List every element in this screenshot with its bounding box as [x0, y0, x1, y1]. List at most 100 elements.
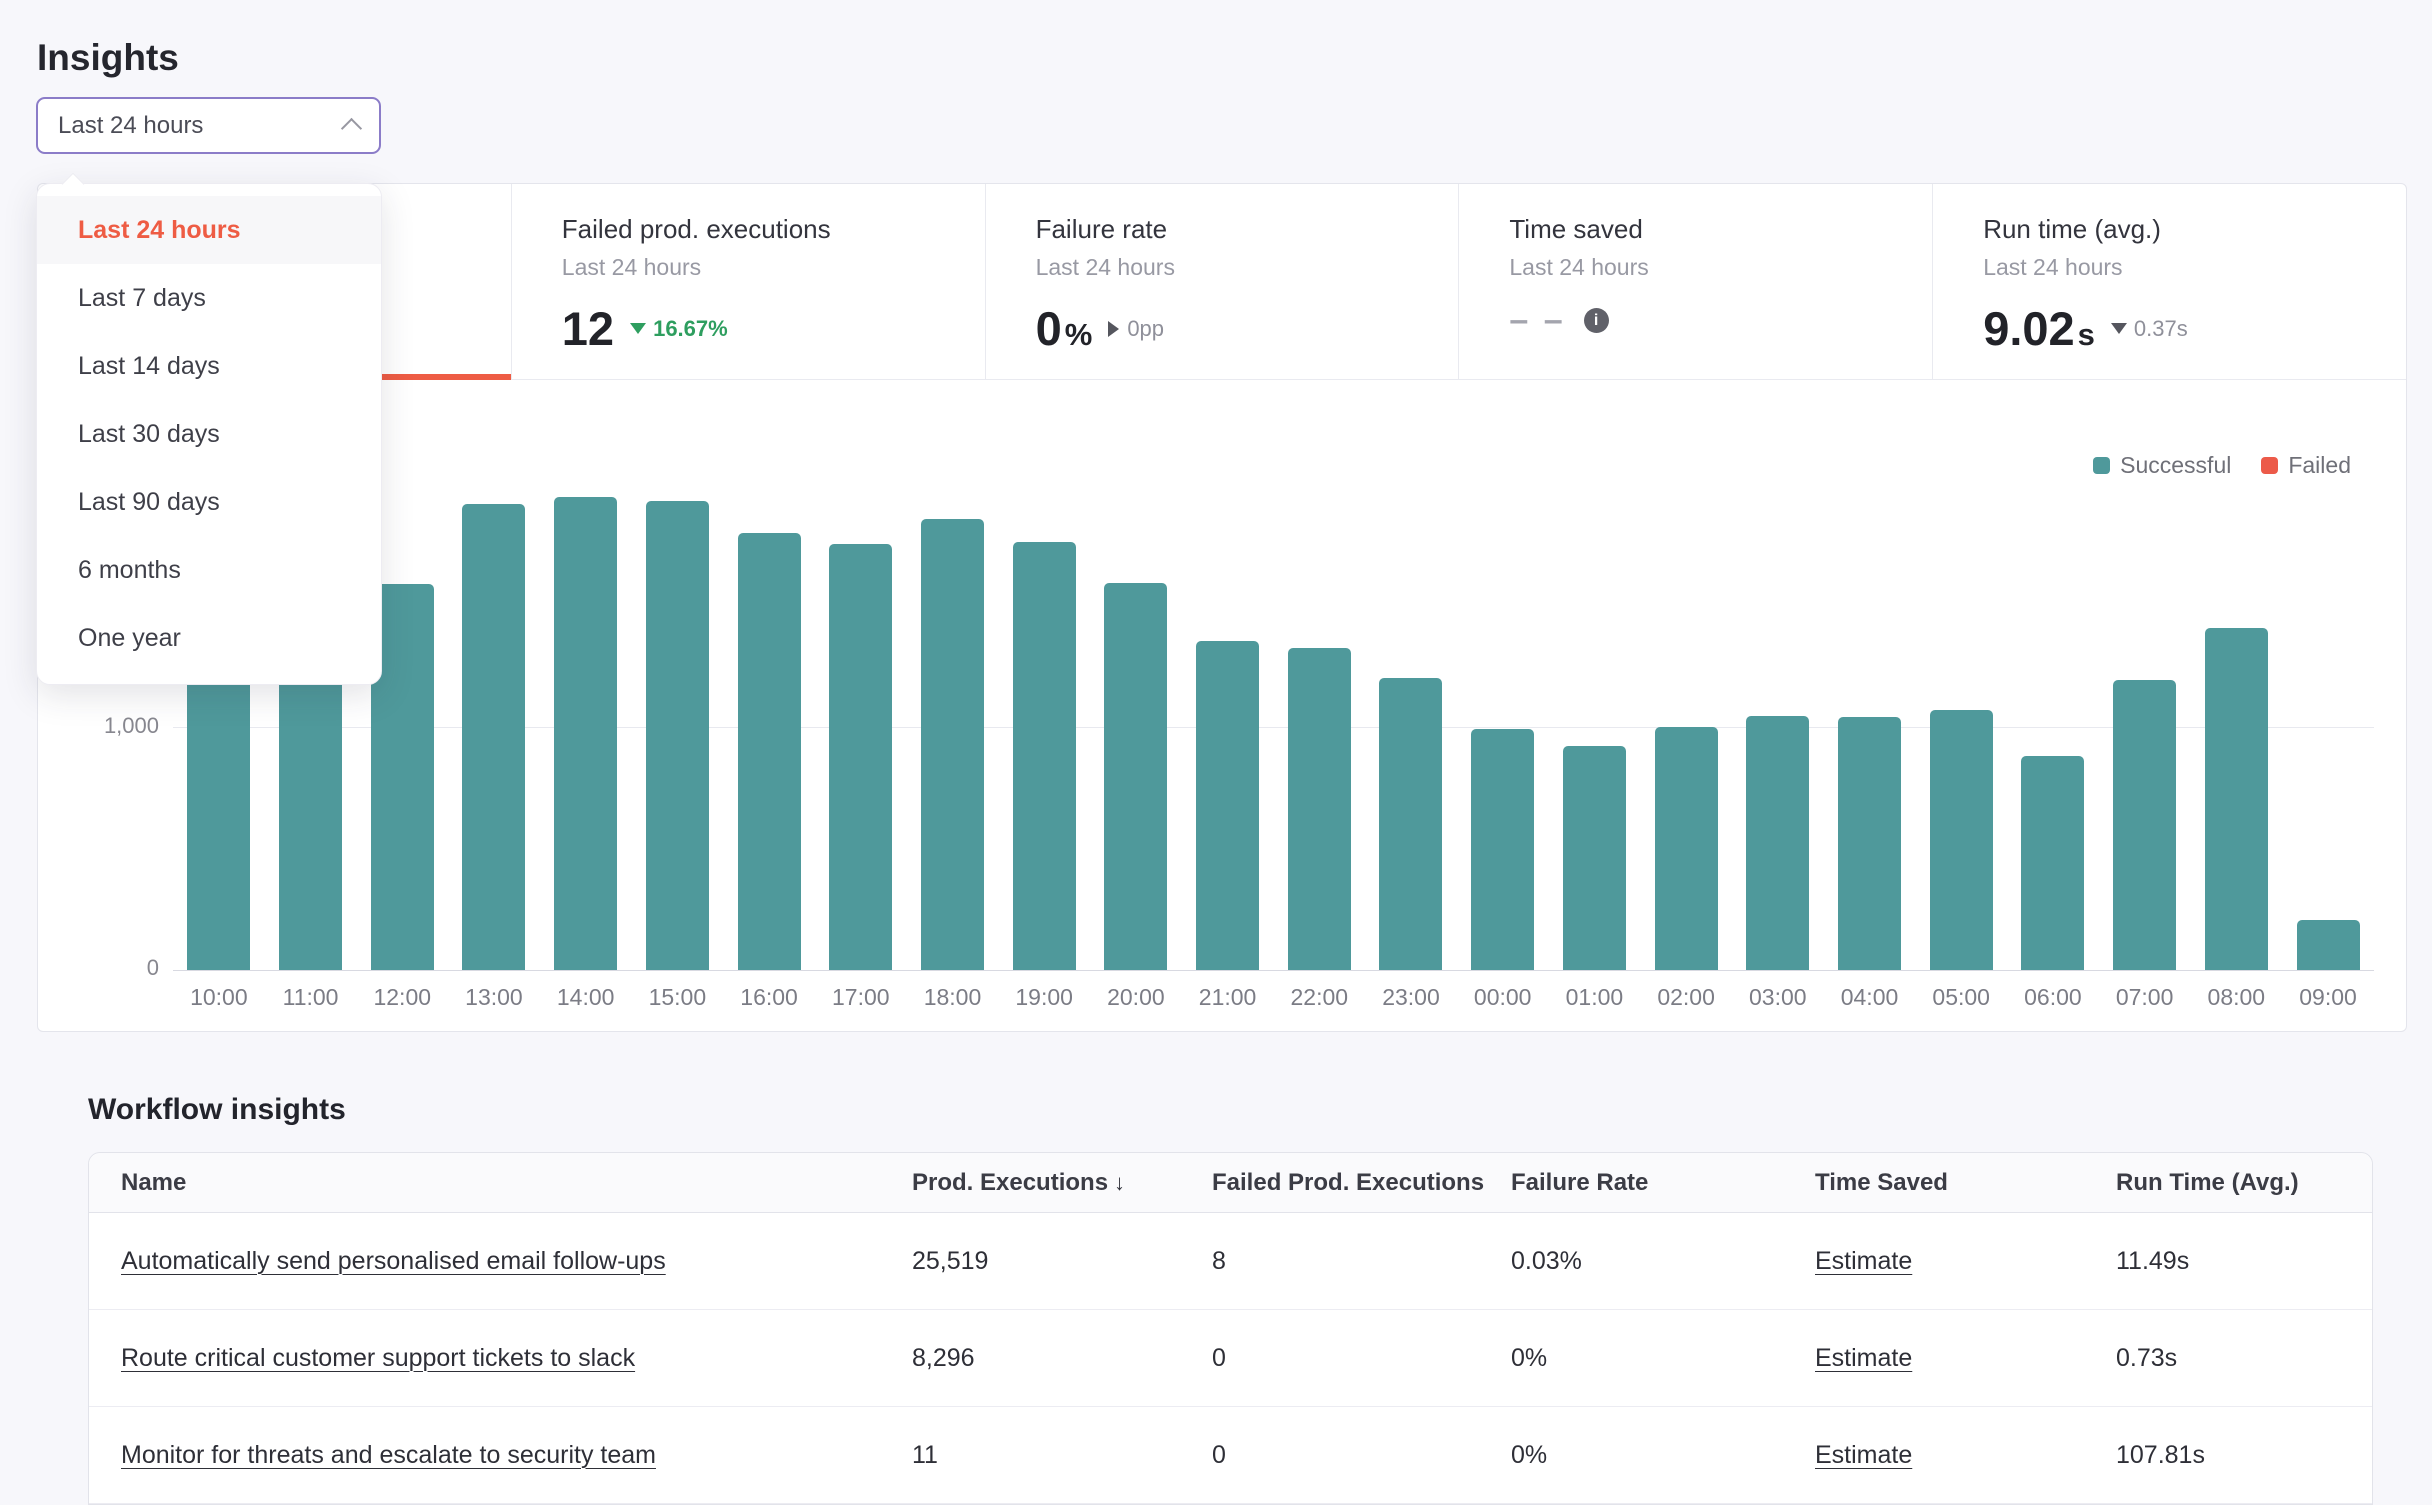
successful-executions-bar: [2113, 680, 2176, 970]
time-range-select[interactable]: Last 24 hours: [36, 97, 381, 154]
menu-item-last-24-hours[interactable]: Last 24 hours: [37, 196, 381, 264]
insights-panel: Failed prod. executions Last 24 hours 12…: [37, 183, 2407, 1032]
successful-executions-bar: [1288, 648, 1351, 970]
x-axis-label: 08:00: [2190, 984, 2282, 1011]
dropdown-caret: [62, 173, 85, 196]
stat-card-failed-executions[interactable]: Failed prod. executions Last 24 hours 12…: [511, 184, 985, 379]
card-value-row: 9.02 s 0.37s: [1983, 301, 2406, 356]
successful-executions-bar: [279, 655, 342, 970]
chart-bar-slot: [1549, 746, 1641, 970]
x-axis-label: 15:00: [632, 984, 724, 1011]
successful-executions-bar: [646, 501, 709, 970]
x-axis-label: 17:00: [815, 984, 907, 1011]
successful-executions-bar: [1104, 583, 1167, 970]
menu-item-one-year[interactable]: One year: [37, 604, 381, 672]
column-header-failed-prod-executions[interactable]: Failed Prod. Executions: [1212, 1169, 1511, 1197]
card-delta: 0.37s: [2111, 316, 2188, 342]
x-axis-label: 03:00: [1732, 984, 1824, 1011]
successful-executions-bar: [921, 519, 984, 970]
stat-card-run-time[interactable]: Run time (avg.) Last 24 hours 9.02 s 0.3…: [1932, 184, 2406, 379]
column-header-name[interactable]: Name: [121, 1169, 912, 1197]
arrow-right-icon: [1108, 321, 1119, 337]
x-axis-label: 21:00: [1182, 984, 1274, 1011]
cell-failed-prod-executions: 8: [1212, 1247, 1511, 1276]
successful-executions-bar: [738, 533, 801, 970]
card-value-empty: – –: [1509, 301, 1565, 340]
cell-prod-executions: 11: [912, 1441, 1212, 1470]
chart-bar-slot: [265, 655, 357, 970]
column-header-run-time[interactable]: Run Time (Avg.): [2116, 1169, 2372, 1197]
card-value-unit: %: [1065, 317, 1093, 353]
card-delta: 0pp: [1108, 316, 1164, 342]
menu-item-last-7-days[interactable]: Last 7 days: [37, 264, 381, 332]
x-axis-label: 13:00: [448, 984, 540, 1011]
menu-item-6-months[interactable]: 6 months: [37, 536, 381, 604]
menu-item-last-90-days[interactable]: Last 90 days: [37, 468, 381, 536]
chart-bar-slot: [632, 501, 724, 970]
card-value: 9.02: [1983, 301, 2074, 356]
card-title: Failure rate: [1036, 214, 1459, 245]
estimate-link[interactable]: Estimate: [1815, 1344, 1912, 1372]
card-delta: 16.67%: [630, 316, 728, 342]
stat-cards-row: Failed prod. executions Last 24 hours 12…: [38, 184, 2406, 380]
chart-bar-slot: [1824, 717, 1916, 970]
stat-card-failure-rate[interactable]: Failure rate Last 24 hours 0 % 0pp: [985, 184, 1459, 379]
column-header-failure-rate[interactable]: Failure Rate: [1511, 1169, 1815, 1197]
menu-item-last-30-days[interactable]: Last 30 days: [37, 400, 381, 468]
workflow-insights-heading: Workflow insights: [88, 1093, 346, 1127]
y-axis-label: 0: [39, 955, 159, 981]
x-axis-label: 20:00: [1090, 984, 1182, 1011]
chart-bar-slot: [723, 533, 815, 970]
card-subtitle: Last 24 hours: [1036, 254, 1459, 281]
x-axis-label: 09:00: [2282, 984, 2374, 1011]
estimate-link[interactable]: Estimate: [1815, 1441, 1912, 1469]
chart-bar-slot: [998, 542, 1090, 970]
cell-prod-executions: 8,296: [912, 1344, 1212, 1373]
cell-failure-rate: 0.03%: [1511, 1247, 1815, 1276]
table-row: Route critical customer support tickets …: [89, 1310, 2372, 1407]
chart-bar-slot: [2007, 756, 2099, 970]
menu-item-last-14-days[interactable]: Last 14 days: [37, 332, 381, 400]
card-title: Time saved: [1509, 214, 1932, 245]
estimate-link[interactable]: Estimate: [1815, 1247, 1912, 1275]
chart-bar-slot: [1365, 678, 1457, 970]
x-axis-label: 04:00: [1824, 984, 1916, 1011]
cell-run-time: 0.73s: [2116, 1344, 2372, 1373]
x-axis-label: 11:00: [265, 984, 357, 1011]
chart-bar-slot: [448, 504, 540, 970]
chart-bar-slot: [1182, 641, 1274, 970]
card-value-unit: s: [2078, 317, 2095, 353]
card-title: Run time (avg.): [1983, 214, 2406, 245]
card-subtitle: Last 24 hours: [1509, 254, 1932, 281]
cell-run-time: 11.49s: [2116, 1247, 2372, 1276]
successful-executions-bar: [462, 504, 525, 970]
card-value-row: – – i: [1509, 301, 1932, 340]
chart-bar-slot: [2190, 628, 2282, 970]
chart-bar-slot: [1090, 583, 1182, 970]
stat-card-time-saved[interactable]: Time saved Last 24 hours – – i: [1458, 184, 1932, 379]
workflow-link[interactable]: Monitor for threats and escalate to secu…: [121, 1441, 656, 1469]
chart-plot-area: 1,000 0: [173, 465, 2374, 971]
workflow-link[interactable]: Route critical customer support tickets …: [121, 1344, 635, 1372]
x-axis-label: 07:00: [2099, 984, 2191, 1011]
successful-executions-bar: [187, 667, 250, 970]
x-axis-label: 02:00: [1640, 984, 1732, 1011]
bars-container: [173, 465, 2374, 970]
workflow-link[interactable]: Automatically send personalised email fo…: [121, 1247, 666, 1275]
y-axis-label: 1,000: [39, 713, 159, 739]
info-icon[interactable]: i: [1584, 308, 1609, 333]
card-value: 0: [1036, 301, 1062, 356]
column-header-time-saved[interactable]: Time Saved: [1815, 1169, 2116, 1197]
successful-executions-bar: [1196, 641, 1259, 970]
cell-failure-rate: 0%: [1511, 1344, 1815, 1373]
x-axis-label: 06:00: [2007, 984, 2099, 1011]
arrow-down-icon: [2111, 323, 2127, 334]
arrow-down-icon: [630, 323, 646, 334]
table-row: Monitor for threats and escalate to secu…: [89, 1407, 2372, 1504]
successful-executions-bar: [1013, 542, 1076, 970]
x-axis-label: 18:00: [907, 984, 999, 1011]
time-range-dropdown: Last 24 hours Last 7 days Last 14 days L…: [36, 183, 382, 685]
successful-executions-bar: [1746, 716, 1809, 970]
column-header-prod-executions[interactable]: Prod. Executions ↓: [912, 1169, 1212, 1197]
chart-bar-slot: [815, 544, 907, 970]
